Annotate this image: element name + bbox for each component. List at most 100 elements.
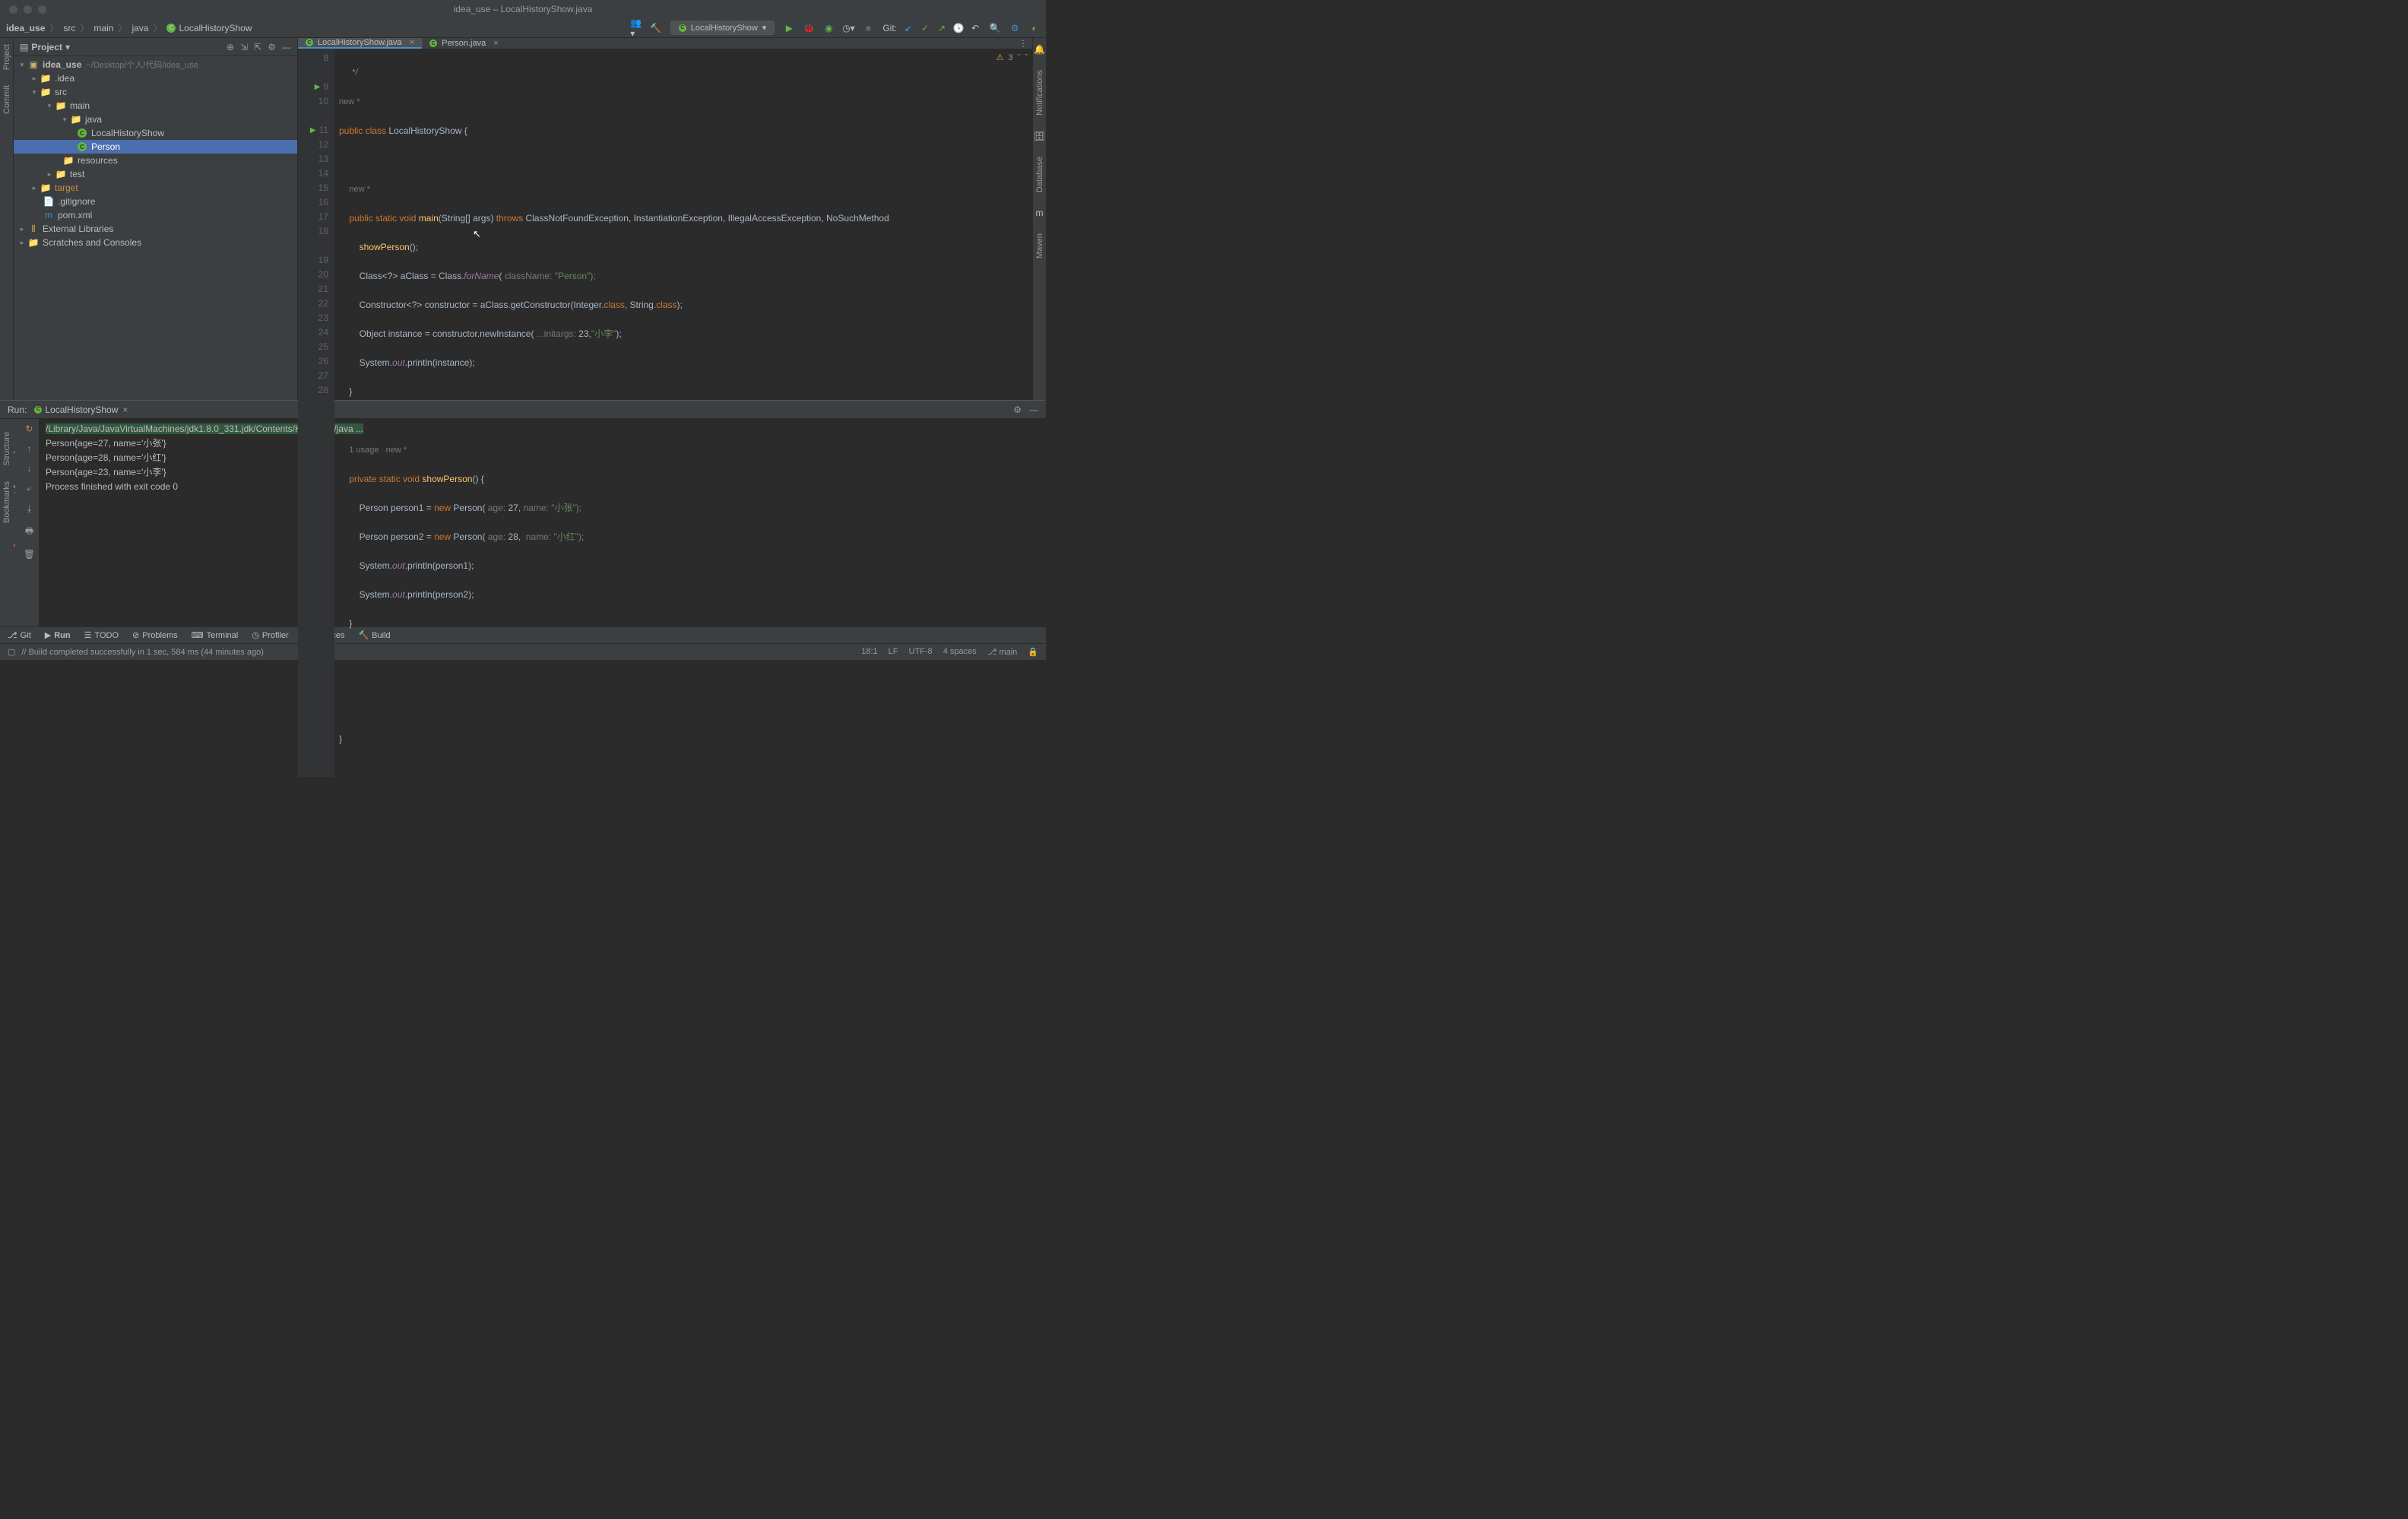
tree-localhistoryshow[interactable]: CLocalHistoryShow — [14, 126, 297, 140]
code-with-me-icon[interactable]: 👥▾ — [631, 23, 642, 33]
tree-root[interactable]: ▾▣idea_use~/Desktop/个人/代码/idea_use — [14, 58, 297, 71]
coverage-button[interactable]: ◉ — [823, 23, 834, 33]
class-icon: C — [166, 24, 176, 33]
next-highlight-icon[interactable]: ˇ — [1025, 53, 1028, 62]
vcs-commit-icon[interactable]: ✓ — [920, 23, 930, 33]
status-message: // Build completed successfully in 1 sec… — [21, 648, 264, 657]
tool-profiler[interactable]: ◷Profiler — [252, 630, 288, 640]
tool-todo[interactable]: ☰TODO — [84, 630, 119, 640]
close-tab-icon[interactable]: × — [493, 39, 498, 48]
tree-person[interactable]: CPerson — [14, 140, 297, 154]
tool-database[interactable]: Database — [1035, 157, 1044, 192]
left-tool-stripe: Project Commit — [0, 38, 14, 400]
notifications-icon[interactable]: 🔔 — [1034, 44, 1045, 55]
prev-highlight-icon[interactable]: ˆ — [1018, 53, 1021, 62]
project-tree[interactable]: ▾▣idea_use~/Desktop/个人/代码/idea_use ▸📁.id… — [14, 56, 297, 400]
tree-external-libraries[interactable]: ▸⫴External Libraries — [14, 222, 297, 236]
tool-problems[interactable]: ⊘Problems — [132, 630, 178, 640]
branch-icon: ⎇ — [8, 630, 17, 640]
run-config-selector[interactable]: C LocalHistoryShow ▾ — [670, 21, 775, 35]
breadcrumb-main[interactable]: main — [93, 23, 113, 33]
class-icon: C — [306, 39, 313, 46]
git-actions: Git: ↙ ✓ ↗ 🕓 ↶ — [882, 23, 981, 33]
tree-idea[interactable]: ▸📁.idea — [14, 71, 297, 85]
tool-bookmarks[interactable]: Bookmarks — [2, 481, 11, 523]
run-config-label: LocalHistoryShow — [691, 24, 758, 33]
stop-button[interactable]: ■ — [863, 23, 873, 33]
run-gutter-icon[interactable]: ▶ — [310, 123, 316, 138]
down-icon[interactable]: ↓ — [27, 463, 32, 474]
expand-all-icon[interactable]: ⇲ — [240, 42, 248, 52]
code-editor[interactable]: ⚠3 ˆ ˇ 8 ▶9 10 ▶11 12 13 14 15 16 17 18 … — [298, 49, 1032, 777]
print-icon[interactable]: 🖶 — [25, 524, 33, 540]
code-text[interactable]: */ new * public class LocalHistoryShow {… — [334, 49, 1032, 777]
breadcrumb-class[interactable]: CLocalHistoryShow — [166, 23, 252, 33]
project-panel-title[interactable]: Project — [31, 42, 62, 52]
tree-src[interactable]: ▾📁src — [14, 85, 297, 99]
breadcrumb[interactable]: idea_use〉 src〉 main〉 java〉 CLocalHistory… — [6, 21, 252, 34]
tool-project[interactable]: Project — [2, 44, 11, 70]
tree-gitignore[interactable]: 📄.gitignore — [14, 195, 297, 208]
profile-button[interactable]: ◷▾ — [843, 23, 854, 33]
ide-settings-icon[interactable]: ⚙ — [1009, 23, 1020, 33]
terminal-icon: ⌨ — [192, 630, 204, 640]
tool-commit[interactable]: Commit — [2, 85, 11, 114]
tab-localhistoryshow[interactable]: CLocalHistoryShow.java× — [298, 38, 422, 49]
run-button[interactable]: ▶ — [784, 23, 794, 33]
tool-maven[interactable]: Maven — [1035, 233, 1044, 258]
tool-run[interactable]: ▶Run — [45, 630, 71, 640]
collapse-all-icon[interactable]: ⇱ — [254, 42, 261, 52]
tree-pom[interactable]: mpom.xml — [14, 208, 297, 222]
zoom-window-icon[interactable] — [38, 5, 46, 14]
tree-target[interactable]: ▸📁target — [14, 181, 297, 195]
soft-wrap-icon[interactable]: ⤶ — [27, 483, 32, 494]
select-opened-file-icon[interactable]: ⊕ — [227, 42, 234, 52]
clear-icon[interactable]: 🗑 — [24, 549, 35, 560]
tool-terminal[interactable]: ⌨Terminal — [192, 630, 238, 640]
tree-test[interactable]: ▸📁test — [14, 167, 297, 181]
minimize-window-icon[interactable] — [24, 5, 32, 14]
editor-gutter[interactable]: 8 ▶9 10 ▶11 12 13 14 15 16 17 18 19 20 2… — [298, 49, 334, 777]
close-window-icon[interactable] — [9, 5, 17, 14]
scroll-end-icon[interactable]: ⤓ — [27, 503, 31, 515]
vcs-history-icon[interactable]: 🕓 — [953, 23, 964, 33]
debug-button[interactable]: 🐞 — [803, 23, 814, 33]
tab-person[interactable]: CPerson.java× — [422, 38, 506, 49]
ide-update-icon[interactable]: ◐ — [1029, 23, 1040, 33]
up-icon[interactable]: ↑ — [27, 443, 32, 454]
status-icon[interactable]: ▢ — [8, 647, 15, 657]
breadcrumb-project[interactable]: idea_use — [6, 23, 45, 33]
close-tab-icon[interactable]: × — [410, 38, 414, 47]
vcs-push-icon[interactable]: ↗ — [936, 23, 947, 33]
database-icon[interactable]: 🗄 — [1034, 131, 1045, 141]
tree-scratches[interactable]: ▸📁Scratches and Consoles — [14, 236, 297, 249]
panel-settings-icon[interactable]: ⚙ — [268, 42, 276, 52]
rerun-failed-icon[interactable]: ↻ — [25, 423, 33, 434]
chevron-down-icon[interactable]: ▾ — [65, 42, 70, 52]
tree-resources[interactable]: 📁resources — [14, 154, 297, 167]
tool-structure[interactable]: Structure — [2, 432, 11, 466]
git-label: Git: — [882, 23, 897, 33]
build-icon[interactable]: 🔨 — [651, 23, 661, 33]
close-run-tab-icon[interactable]: × — [122, 404, 128, 415]
window-title: idea_use – LocalHistoryShow.java — [454, 4, 593, 14]
tool-git[interactable]: ⎇Git — [8, 630, 31, 640]
run-config-name[interactable]: LocalHistoryShow — [45, 404, 118, 415]
inspections-widget[interactable]: ⚠3 ˆ ˇ — [996, 52, 1028, 62]
class-icon: C — [78, 142, 87, 151]
hide-panel-icon[interactable]: — — [282, 42, 291, 52]
search-everywhere-icon[interactable]: 🔍 — [990, 23, 1000, 33]
maven-icon[interactable]: m — [1036, 208, 1044, 218]
titlebar: idea_use – LocalHistoryShow.java — [0, 0, 1046, 18]
tree-java[interactable]: ▾📁java — [14, 113, 297, 126]
warning-icon: ⚠ — [996, 52, 1004, 62]
tree-main[interactable]: ▾📁main — [14, 99, 297, 113]
tool-notifications[interactable]: Notifications — [1035, 70, 1044, 116]
project-panel-header: ▤ Project ▾ ⊕ ⇲ ⇱ ⚙ — — [14, 38, 297, 56]
vcs-rollback-icon[interactable]: ↶ — [970, 23, 981, 33]
run-gutter-icon[interactable]: ▶ — [315, 80, 321, 94]
breadcrumb-src[interactable]: src — [63, 23, 75, 33]
breadcrumb-java[interactable]: java — [131, 23, 148, 33]
tab-menu-icon[interactable]: ⋮ — [1014, 38, 1032, 49]
vcs-update-icon[interactable]: ↙ — [903, 23, 914, 33]
